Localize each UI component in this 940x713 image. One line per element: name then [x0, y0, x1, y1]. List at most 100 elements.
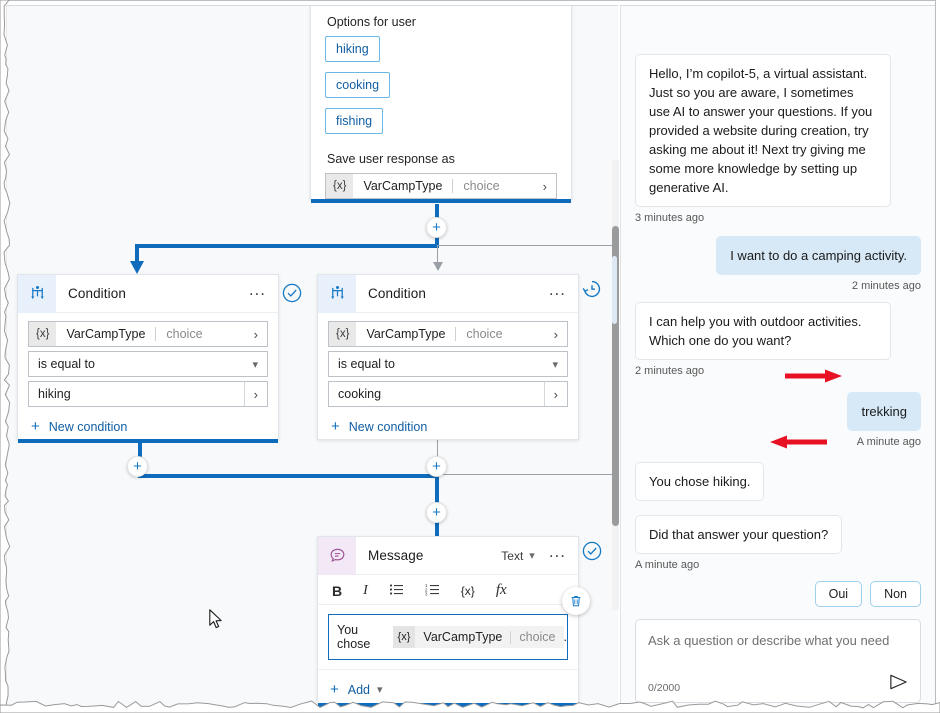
- node-selected-bar: [318, 703, 578, 707]
- condition-node-left-title: Condition: [68, 286, 243, 301]
- add-node-button-right-branch[interactable]: +: [426, 456, 447, 477]
- chat-bubble-bot: Hello, I’m copilot-5, a virtual assistan…: [635, 54, 891, 207]
- chevron-right-icon[interactable]: ›: [534, 179, 556, 194]
- chevron-right-icon[interactable]: ›: [244, 382, 267, 406]
- condition-right-history-clock-icon[interactable]: [582, 279, 602, 299]
- condition-left-check-circle-icon[interactable]: [282, 283, 302, 303]
- chat-row-bot: Hello, I’m copilot-5, a virtual assistan…: [621, 54, 935, 207]
- chat-row-user: trekking: [621, 392, 935, 431]
- chat-composer[interactable]: Ask a question or describe what you need…: [635, 619, 921, 703]
- condition-node-right-overflow-button[interactable]: ...: [543, 285, 578, 303]
- condition-node-left[interactable]: Condition ... {x} VarCampType choice › i…: [17, 274, 279, 440]
- chevron-right-icon[interactable]: ›: [245, 327, 267, 342]
- variable-type: choice: [453, 179, 509, 193]
- italic-icon[interactable]: I: [363, 584, 368, 598]
- variable-token-icon: {x}: [393, 626, 416, 648]
- add-node-button-merge[interactable]: +: [426, 502, 447, 523]
- chevron-right-icon[interactable]: ›: [544, 382, 567, 406]
- condition-branch-icon: [18, 275, 56, 313]
- variable-name: VarCampType: [353, 179, 452, 193]
- message-format-chevron-down-icon[interactable]: ▾: [527, 549, 543, 562]
- question-node[interactable]: Options for user hiking cooking fishing …: [310, 5, 572, 200]
- bold-icon[interactable]: B: [332, 584, 342, 598]
- add-node-button-trunk[interactable]: +: [426, 217, 447, 238]
- condition-node-left-overflow-button[interactable]: ...: [243, 285, 278, 303]
- message-check-circle-icon[interactable]: [582, 541, 602, 561]
- test-chat-panel[interactable]: Hello, I’m copilot-5, a virtual assistan…: [620, 5, 935, 713]
- condition-left-variable-field[interactable]: {x} VarCampType choice ›: [28, 321, 268, 347]
- variable-name: VarCampType: [415, 630, 510, 644]
- plus-icon: +: [331, 418, 340, 435]
- option-chip-fishing[interactable]: fishing: [325, 108, 383, 134]
- frame-right-border: [935, 0, 940, 713]
- annotation-arrow-left-to-bot-message: [769, 433, 827, 451]
- chevron-right-icon[interactable]: ›: [545, 327, 567, 342]
- condition-left-new-condition-button[interactable]: + New condition: [28, 411, 268, 438]
- chevron-down-icon[interactable]: ▾: [377, 683, 383, 696]
- numbered-list-icon[interactable]: 1 2 3: [425, 583, 440, 598]
- bulleted-list-icon[interactable]: [389, 583, 404, 598]
- suggested-actions: Oui Non: [621, 571, 935, 607]
- save-response-variable-field[interactable]: {x} VarCampType choice ›: [325, 173, 557, 199]
- suggestion-chip-oui[interactable]: Oui: [815, 581, 862, 607]
- chevron-down-icon[interactable]: ▾: [543, 358, 567, 371]
- suggestion-chip-non[interactable]: Non: [870, 581, 921, 607]
- chevron-down-icon[interactable]: ▾: [243, 358, 267, 371]
- condition-right-variable-field[interactable]: {x} VarCampType choice ›: [328, 321, 568, 347]
- condition-right-new-condition-button[interactable]: + New condition: [328, 411, 568, 438]
- chat-bubble-user: trekking: [847, 392, 921, 431]
- chat-row-bot: Did that answer your question?: [621, 515, 935, 554]
- add-label: Add: [348, 683, 370, 697]
- variable-type: choice: [511, 630, 563, 644]
- chat-character-counter: 0/2000: [648, 682, 680, 694]
- node-selected-bar: [18, 439, 278, 443]
- variable-name: VarCampType: [56, 327, 155, 341]
- message-bubble-icon: [318, 537, 356, 575]
- message-node-header[interactable]: Message Text ▾ ...: [318, 537, 578, 575]
- message-body-prefix: You chose: [337, 623, 387, 651]
- plus-icon: +: [432, 220, 441, 235]
- formula-icon[interactable]: fx: [496, 583, 507, 598]
- plus-icon: +: [133, 459, 142, 474]
- operator-value: is equal to: [29, 357, 243, 371]
- variable-token-icon: {x}: [326, 174, 353, 198]
- condition-value: cooking: [329, 387, 544, 401]
- chat-bubble-user: I want to do a camping activity.: [716, 236, 921, 275]
- condition-right-operator-select[interactable]: is equal to ▾: [328, 351, 568, 377]
- message-node[interactable]: Message Text ▾ ... B I 1 2 3 {x} fx You …: [317, 536, 579, 704]
- condition-node-right[interactable]: Condition ... {x} VarCampType choice › i…: [317, 274, 579, 440]
- condition-right-value-field[interactable]: cooking ›: [328, 381, 568, 407]
- condition-node-right-title: Condition: [368, 286, 543, 301]
- chat-input-placeholder[interactable]: Ask a question or describe what you need: [648, 631, 908, 650]
- condition-left-operator-select[interactable]: is equal to ▾: [28, 351, 268, 377]
- mouse-cursor: [209, 609, 223, 630]
- condition-left-value-field[interactable]: hiking ›: [28, 381, 268, 407]
- trash-icon: [569, 594, 583, 608]
- chat-row-user: I want to do a camping activity.: [621, 236, 935, 275]
- option-chip-cooking[interactable]: cooking: [325, 72, 390, 98]
- variable-token-icon: {x}: [329, 322, 356, 346]
- insert-variable-icon[interactable]: {x}: [461, 585, 475, 597]
- condition-node-left-header[interactable]: Condition ...: [18, 275, 278, 313]
- variable-token-icon: {x}: [29, 322, 56, 346]
- plus-icon: +: [432, 505, 441, 520]
- connector-merge-horizontal: [138, 474, 439, 478]
- connector-merge-thin-right: [437, 474, 618, 475]
- canvas-scrollbar[interactable]: [612, 160, 619, 610]
- option-chip-hiking[interactable]: hiking: [325, 36, 380, 62]
- message-delete-button[interactable]: [562, 587, 590, 615]
- message-node-title: Message: [368, 548, 501, 563]
- chat-timestamp: 2 minutes ago: [621, 275, 935, 292]
- condition-node-right-header[interactable]: Condition ...: [318, 275, 578, 313]
- flow-canvas[interactable]: + + + + Options for user hiking cooking …: [6, 5, 618, 711]
- message-inline-variable[interactable]: {x} VarCampType choice: [393, 626, 564, 648]
- message-node-overflow-button[interactable]: ...: [543, 547, 578, 565]
- options-for-user-label: Options for user: [327, 15, 557, 29]
- message-node-format-label: Text: [501, 549, 523, 563]
- add-node-button-left-branch[interactable]: +: [127, 456, 148, 477]
- scrollbar-minimap-marker: [612, 256, 617, 324]
- message-rich-text-toolbar[interactable]: B I 1 2 3 {x} fx: [318, 575, 578, 605]
- condition-branch-icon: [318, 275, 356, 313]
- send-button[interactable]: [888, 673, 909, 696]
- message-text-editor[interactable]: You chose {x} VarCampType choice .: [328, 614, 568, 660]
